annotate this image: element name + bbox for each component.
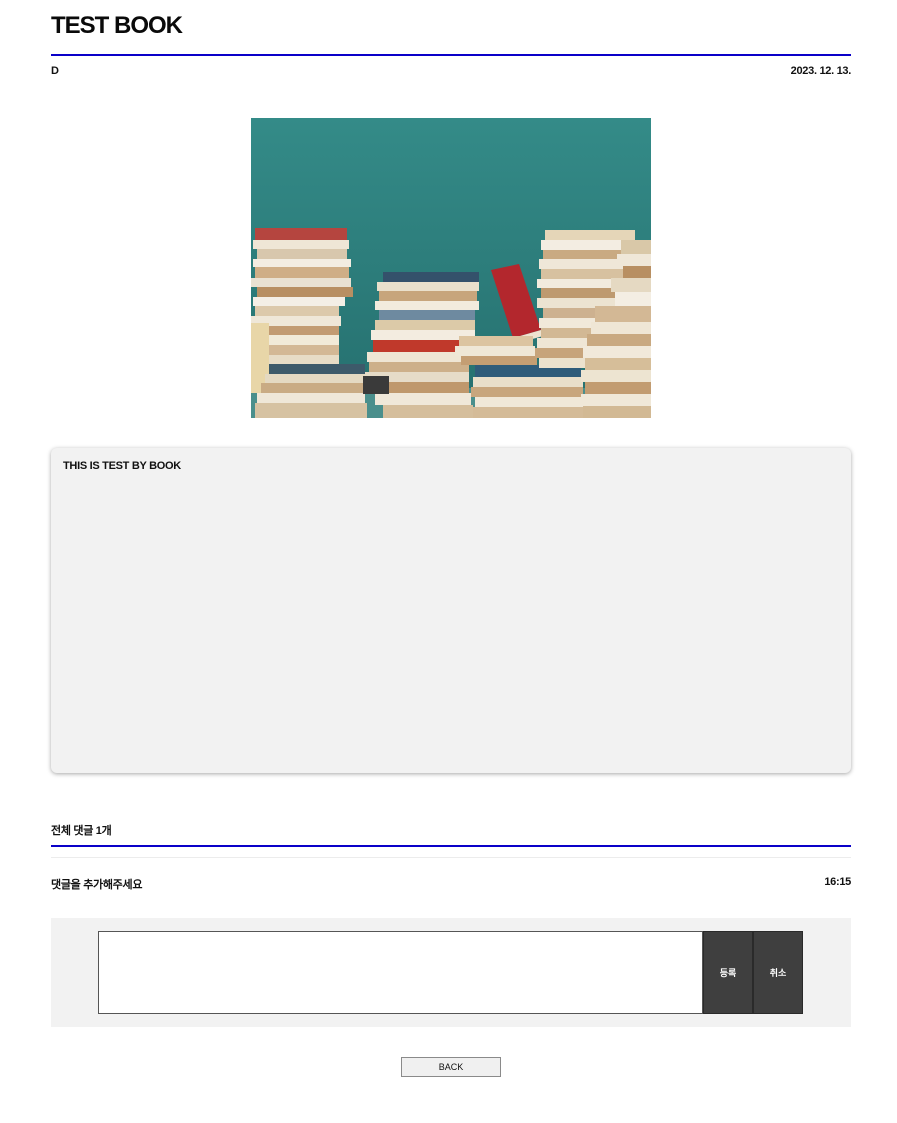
page-title: TEST BOOK xyxy=(51,12,183,39)
title-divider xyxy=(51,54,851,56)
book-stack-photo-icon xyxy=(251,118,651,418)
post-image xyxy=(251,118,651,418)
submit-comment-button[interactable]: 등록 xyxy=(703,931,753,1014)
post-author: D xyxy=(51,65,59,77)
post-content-box: THIS IS TEST BY BOOK xyxy=(51,448,851,773)
comment-form: 등록 취소 xyxy=(51,918,851,1027)
comment-count: 전체 댓글 1개 xyxy=(51,825,112,837)
cancel-comment-button[interactable]: 취소 xyxy=(753,931,803,1014)
comment-time: 16:15 xyxy=(824,876,851,888)
comment-separator xyxy=(51,857,851,858)
post-content: THIS IS TEST BY BOOK xyxy=(63,460,181,472)
comment-divider xyxy=(51,845,851,847)
comment-input[interactable] xyxy=(98,931,703,1014)
post-date: 2023. 12. 13. xyxy=(790,65,852,77)
comment-text: 댓글을 추가해주세요 xyxy=(51,879,143,891)
back-button[interactable]: BACK xyxy=(401,1057,501,1077)
